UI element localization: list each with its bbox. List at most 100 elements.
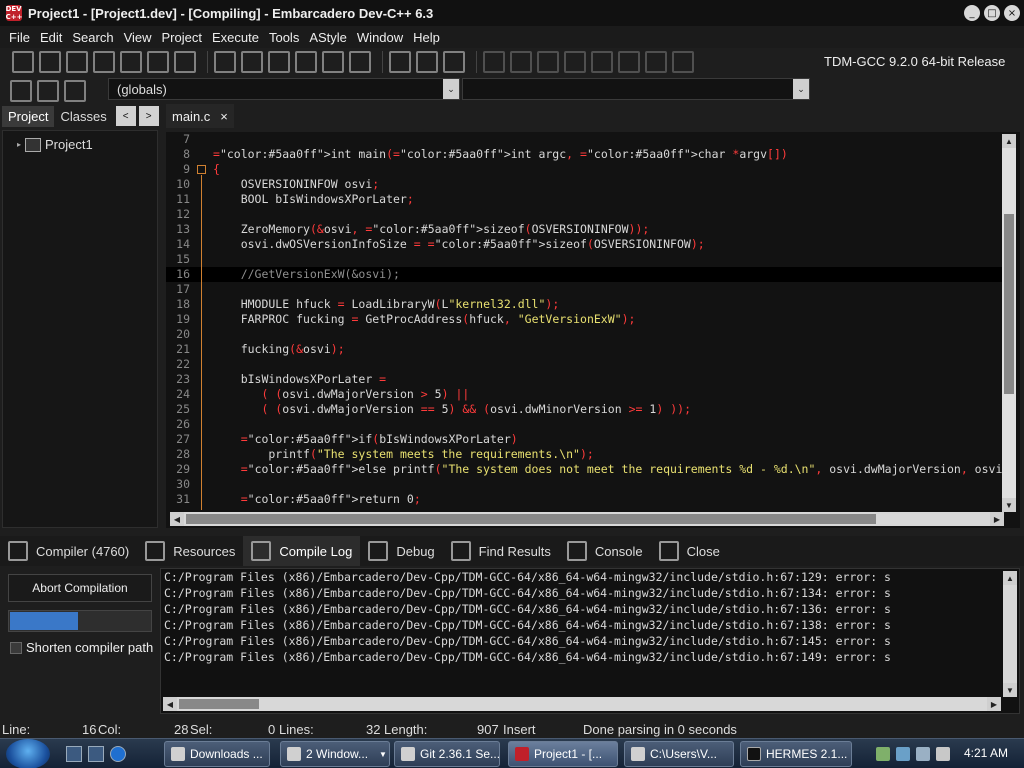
expand-icon[interactable]: ▸ xyxy=(17,140,21,149)
redo-icon[interactable] xyxy=(349,51,371,73)
taskbar-item-explorer-path[interactable]: C:\Users\V... xyxy=(624,741,734,767)
save-all-icon[interactable] xyxy=(93,51,115,73)
scroll-left-icon[interactable]: ◀ xyxy=(163,697,177,711)
scroll-down-icon[interactable]: ▼ xyxy=(1002,498,1016,512)
log-horizontal-scrollbar[interactable]: ◀ ▶ xyxy=(163,697,1001,711)
code-line[interactable]: 29 ="color:#5aa0ff">else printf("The sys… xyxy=(166,462,1016,477)
tree-item-project1[interactable]: ▸ Project1 xyxy=(17,137,93,152)
scroll-left-icon[interactable]: ◀ xyxy=(170,512,184,526)
taskbar-item-cmd[interactable]: HERMES 2.1... xyxy=(740,741,852,767)
code-line[interactable]: 23 bIsWindowsXPorLater = xyxy=(166,372,1004,387)
delete-profile-icon[interactable] xyxy=(672,51,694,73)
code-line[interactable]: 27 ="color:#5aa0ff">if(bIsWindowsXPorLat… xyxy=(166,432,1004,447)
scroll-thumb[interactable] xyxy=(179,699,259,709)
shorten-path-checkbox[interactable] xyxy=(10,641,22,654)
speaker-icon[interactable] xyxy=(916,747,930,761)
scroll-thumb[interactable] xyxy=(186,514,876,524)
taskbar-item-downloads[interactable]: Downloads ... xyxy=(164,741,270,767)
remove-project-icon[interactable] xyxy=(416,51,438,73)
code-line[interactable]: 14 osvi.dwOSVersionInfoSize = ="color:#5… xyxy=(166,237,1004,252)
maximize-button[interactable]: □ xyxy=(984,5,1000,21)
chevron-down-icon[interactable]: ⌄ xyxy=(793,79,809,99)
menu-astyle[interactable]: AStyle xyxy=(304,30,352,45)
close-window-button[interactable]: × xyxy=(1004,5,1020,21)
goto-line-icon[interactable] xyxy=(268,51,290,73)
tab-debug[interactable]: Debug xyxy=(360,536,442,566)
code-line[interactable]: 11 BOOL bIsWindowsXPorLater; xyxy=(166,192,1004,207)
code-line[interactable]: 12 xyxy=(166,207,1004,222)
monitor-icon[interactable] xyxy=(896,747,910,761)
profile-icon[interactable] xyxy=(645,51,667,73)
menu-project[interactable]: Project xyxy=(157,30,207,45)
compiler-select[interactable]: TDM-GCC 9.2.0 64-bit Release xyxy=(816,50,1016,72)
print-icon[interactable] xyxy=(174,51,196,73)
code-line[interactable]: 13 ZeroMemory(&osvi, ="color:#5aa0ff">si… xyxy=(166,222,1004,237)
log-vertical-scrollbar[interactable]: ▲ ▼ xyxy=(1003,571,1017,697)
scroll-right-icon[interactable]: ▶ xyxy=(987,697,1001,711)
show-desktop-icon[interactable] xyxy=(66,746,82,762)
syntax-check-icon[interactable] xyxy=(591,51,613,73)
compile-run-icon[interactable] xyxy=(537,51,559,73)
open-file-icon[interactable] xyxy=(39,51,61,73)
code-line[interactable]: 17 xyxy=(166,282,1004,297)
editor-horizontal-scrollbar[interactable]: ◀ ▶ xyxy=(170,512,1004,526)
tab-classes[interactable]: Classes xyxy=(54,106,112,127)
goto-bookmark-icon[interactable] xyxy=(64,80,86,102)
close-output-button[interactable]: Close xyxy=(651,536,728,566)
code-line[interactable]: 24 ( (osvi.dwMajorVersion > 5) || xyxy=(166,387,1004,402)
start-button[interactable] xyxy=(6,739,50,768)
chevron-right-icon[interactable]: > xyxy=(138,106,159,126)
editor-vertical-scrollbar[interactable]: ▲ ▼ xyxy=(1002,134,1016,512)
scroll-up-icon[interactable]: ▲ xyxy=(1003,571,1017,585)
code-line[interactable]: 18 HMODULE hfuck = LoadLibraryW(L"kernel… xyxy=(166,297,1004,312)
new-project-icon[interactable] xyxy=(389,51,411,73)
close-tab-icon[interactable]: × xyxy=(220,109,228,124)
find-icon[interactable] xyxy=(214,51,236,73)
stop-execution-icon[interactable] xyxy=(618,51,640,73)
code-line[interactable]: 31 ="color:#5aa0ff">return 0; xyxy=(166,492,1004,507)
code-line[interactable]: 16 //GetVersionExW(&osvi); xyxy=(166,267,1004,282)
code-line[interactable]: 19 FARPROC fucking = GetProcAddress(hfuc… xyxy=(166,312,1004,327)
tab-compiler[interactable]: Compiler (4760) xyxy=(0,536,137,566)
chevron-down-icon[interactable]: ⌄ xyxy=(443,79,459,99)
chevron-left-icon[interactable]: < xyxy=(115,106,136,126)
code-editor[interactable]: 7 8 ="color:#5aa0ff">int main(="color:#5aa… xyxy=(166,132,1020,528)
insert-snippet-icon[interactable] xyxy=(10,80,32,102)
tab-main-c[interactable]: main.c × xyxy=(166,104,234,128)
undo-icon[interactable] xyxy=(322,51,344,73)
tab-console[interactable]: Console xyxy=(559,536,651,566)
code-line[interactable]: 9{ xyxy=(166,162,1004,177)
code-line[interactable]: 15 xyxy=(166,252,1004,267)
devcpp-app-icon[interactable]: DEV C++ xyxy=(6,5,22,21)
code-line[interactable]: 21 fucking(&osvi); xyxy=(166,342,1004,357)
menu-file[interactable]: File xyxy=(4,30,35,45)
tab-find-results[interactable]: Find Results xyxy=(443,536,559,566)
code-line[interactable]: 22 xyxy=(166,357,1004,372)
menu-window[interactable]: Window xyxy=(352,30,408,45)
clock[interactable]: 4:21 AM xyxy=(964,746,1008,760)
abort-compilation-button[interactable]: Abort Compilation xyxy=(8,574,152,602)
code-line[interactable]: 7 xyxy=(166,132,1004,147)
code-line[interactable]: 8 ="color:#5aa0ff">int main(="color:#5aa0… xyxy=(166,147,1004,162)
compile-log[interactable]: C:/Program Files (x86)/Embarcadero/Dev-C… xyxy=(160,568,1020,714)
code-line[interactable]: 30 xyxy=(166,477,1004,492)
toggle-bookmark-icon[interactable] xyxy=(37,80,59,102)
internet-explorer-icon[interactable] xyxy=(110,746,126,762)
network-icon[interactable] xyxy=(876,747,890,761)
code-line[interactable]: 26 xyxy=(166,417,1004,432)
minimize-button[interactable]: _ xyxy=(964,5,980,21)
menu-search[interactable]: Search xyxy=(67,30,118,45)
menu-execute[interactable]: Execute xyxy=(207,30,264,45)
code-line[interactable]: 25 ( (osvi.dwMajorVersion == 5) && (osvi… xyxy=(166,402,1004,417)
taskbar-item-explorer[interactable]: 2 Window... ▼ xyxy=(280,741,390,767)
replace-icon[interactable] xyxy=(241,51,263,73)
function-dropdown[interactable]: ⌄ xyxy=(462,78,810,100)
taskbar-item-devcpp[interactable]: Project1 - [... xyxy=(508,741,618,767)
shorten-path-option[interactable]: Shorten compiler path xyxy=(10,640,153,655)
menu-edit[interactable]: Edit xyxy=(35,30,67,45)
split-editor-icon[interactable] xyxy=(295,51,317,73)
compile-icon[interactable] xyxy=(483,51,505,73)
close-file-icon[interactable] xyxy=(120,51,142,73)
code-line[interactable]: 20 xyxy=(166,327,1004,342)
close-all-icon[interactable] xyxy=(147,51,169,73)
